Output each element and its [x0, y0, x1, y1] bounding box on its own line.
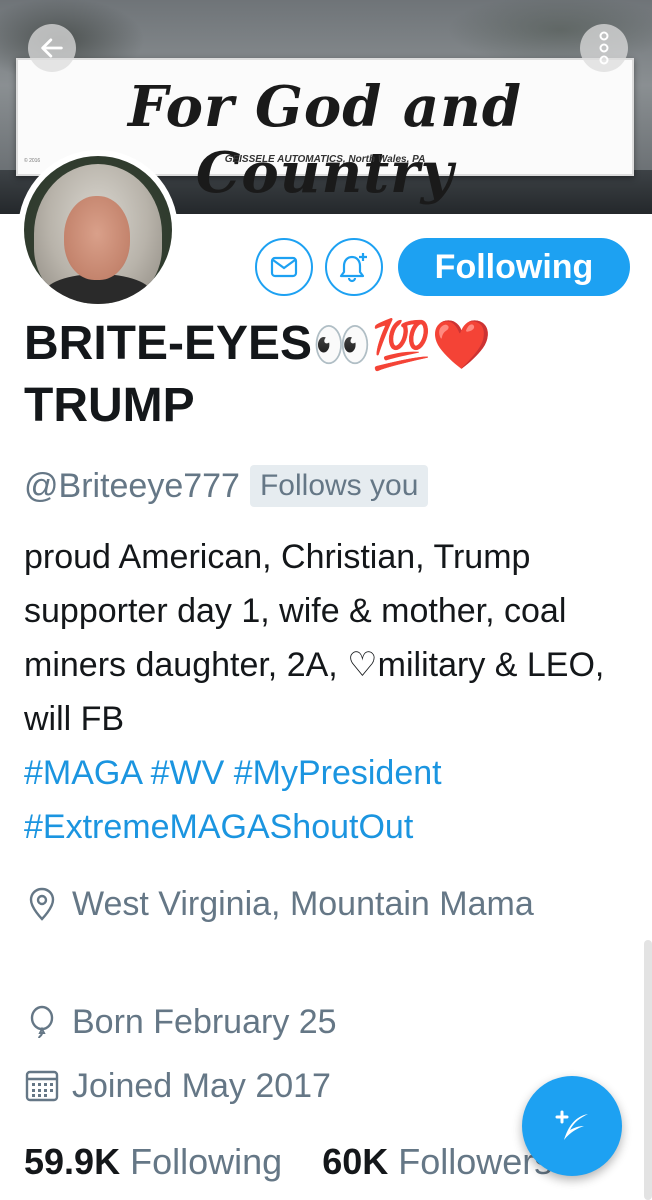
location-pin-icon: [29, 887, 55, 921]
follow-stats: 59.9K Following 60K Followers: [24, 1136, 552, 1188]
notifications-button[interactable]: [325, 238, 383, 296]
location: West Virginia, Mountain Mama: [24, 878, 624, 988]
following-stat[interactable]: 59.9K Following: [24, 1141, 282, 1182]
handle: @Briteeye777: [24, 466, 240, 505]
back-arrow-icon: [41, 38, 63, 58]
message-button[interactable]: [255, 238, 313, 296]
calendar-icon: [25, 1070, 59, 1102]
bio-text: proud American, Christian, Trump support…: [24, 538, 605, 738]
bio-hashtags-line1[interactable]: #MAGA #WV #MyPresident: [24, 754, 442, 792]
compose-tweet-button[interactable]: [522, 1076, 622, 1176]
following-button[interactable]: Following: [398, 238, 630, 296]
handle-row: @Briteeye777 Follows you: [24, 462, 429, 510]
back-button[interactable]: [28, 24, 76, 72]
followers-stat[interactable]: 60K Followers: [322, 1141, 552, 1182]
name-emojis: 👀💯❤️: [312, 319, 492, 373]
birthday-text: Born February 25: [72, 1003, 337, 1041]
birthday: Born February 25: [24, 996, 624, 1048]
balloon-icon: [30, 1005, 54, 1039]
avatar-photo: [24, 156, 172, 304]
following-label: Following: [130, 1141, 283, 1182]
location-text: West Virginia, Mountain Mama: [72, 885, 534, 923]
scrollbar[interactable]: [644, 940, 652, 1200]
following-count: 59.9K: [24, 1141, 121, 1182]
display-name-line1: BRITE-EYES: [24, 317, 313, 370]
more-vertical-icon: [599, 31, 609, 65]
avatar[interactable]: [18, 150, 178, 310]
more-options-button[interactable]: [580, 24, 628, 72]
followers-count: 60K: [322, 1141, 389, 1182]
display-name-line2: TRUMP: [24, 379, 195, 433]
follows-you-badge: Follows you: [249, 465, 429, 507]
display-name: BRITE-EYES👀💯❤️ TRUMP: [24, 314, 624, 436]
joined-text: Joined May 2017: [72, 1067, 331, 1105]
envelope-icon: [270, 256, 298, 278]
bio-hashtags-line2[interactable]: #ExtremeMAGAShoutOut: [24, 808, 413, 846]
compose-feather-icon: [555, 1110, 588, 1140]
bell-plus-icon: [339, 253, 367, 283]
bio: proud American, Christian, Trump support…: [24, 530, 634, 854]
